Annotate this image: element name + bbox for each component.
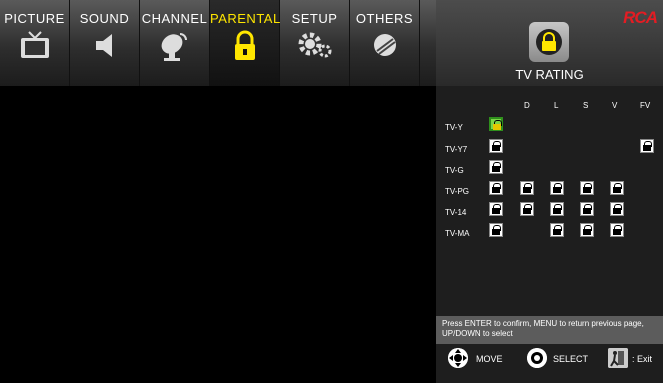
move-label: MOVE xyxy=(476,354,503,364)
lock-toggle[interactable] xyxy=(580,223,594,237)
lock-toggle[interactable] xyxy=(610,223,624,237)
column-header: L xyxy=(554,101,559,110)
parental-lock-icon xyxy=(529,22,569,62)
lock-toggle[interactable] xyxy=(489,139,503,153)
select-label: SELECT xyxy=(553,354,589,364)
tab-label: CHANNEL xyxy=(141,11,208,26)
column-header: FV xyxy=(640,101,651,110)
rating-row-label: TV-G xyxy=(445,166,464,175)
lock-toggle[interactable] xyxy=(520,181,534,195)
rating-row-label: TV-PG xyxy=(445,187,470,196)
exit-icon xyxy=(608,348,628,368)
column-header: V xyxy=(612,101,618,110)
lock-toggle[interactable] xyxy=(550,202,564,216)
satellite-dish-icon xyxy=(161,33,187,61)
tab-others[interactable]: OTHERS xyxy=(350,0,420,86)
panel-title: TV RATING xyxy=(515,67,584,82)
tab-channel[interactable]: CHANNEL xyxy=(140,0,210,86)
panel-header: RCA TV RATING xyxy=(436,0,663,86)
tab-label: PARENTAL xyxy=(210,11,281,26)
lock-toggle[interactable] xyxy=(520,202,534,216)
lock-icon xyxy=(234,30,255,60)
lock-toggle[interactable] xyxy=(550,223,564,237)
lock-toggle[interactable] xyxy=(610,202,624,216)
move-dpad-icon xyxy=(448,348,468,368)
tv-icon xyxy=(20,31,49,58)
lock-toggle[interactable] xyxy=(489,181,503,195)
lock-toggle[interactable] xyxy=(489,160,503,174)
exit-label: : Exit xyxy=(632,354,653,364)
lock-toggle-tvy-selected[interactable] xyxy=(489,117,503,131)
column-header: D xyxy=(524,101,530,110)
lock-toggle[interactable] xyxy=(640,139,654,153)
lock-toggle[interactable] xyxy=(580,181,594,195)
others-disc-icon xyxy=(373,34,396,56)
tab-picture[interactable]: PICTURE xyxy=(0,0,70,86)
tab-label: SOUND xyxy=(79,11,130,26)
rating-row-label: TV-14 xyxy=(445,208,467,217)
tab-sound[interactable]: SOUND xyxy=(70,0,140,86)
lock-toggle[interactable] xyxy=(580,202,594,216)
column-header: S xyxy=(583,101,589,110)
rating-row-label: TV-Y7 xyxy=(445,145,468,154)
lock-toggle[interactable] xyxy=(610,181,624,195)
tab-setup[interactable]: SETUP xyxy=(280,0,350,86)
lock-toggle[interactable] xyxy=(489,223,503,237)
speaker-icon xyxy=(95,34,112,57)
brand-logo: RCA xyxy=(623,8,658,27)
tv-rating-panel: RCA TV RATING D L S V FV TV-Y TV-Y7 TV-G… xyxy=(436,0,663,383)
tab-label: SETUP xyxy=(291,11,338,26)
tab-label: PICTURE xyxy=(4,11,65,26)
tab-label: OTHERS xyxy=(355,11,414,26)
select-button-icon xyxy=(527,348,547,368)
hint-text: Press ENTER to confirm, MENU to return p… xyxy=(436,316,663,344)
lock-toggle[interactable] xyxy=(489,202,503,216)
rating-row-label: TV-MA xyxy=(445,229,470,238)
lock-toggle[interactable] xyxy=(550,181,564,195)
tab-parental[interactable]: PARENTAL xyxy=(210,0,280,86)
gears-icon xyxy=(298,32,331,58)
rating-row-label: TV-Y xyxy=(445,123,463,132)
